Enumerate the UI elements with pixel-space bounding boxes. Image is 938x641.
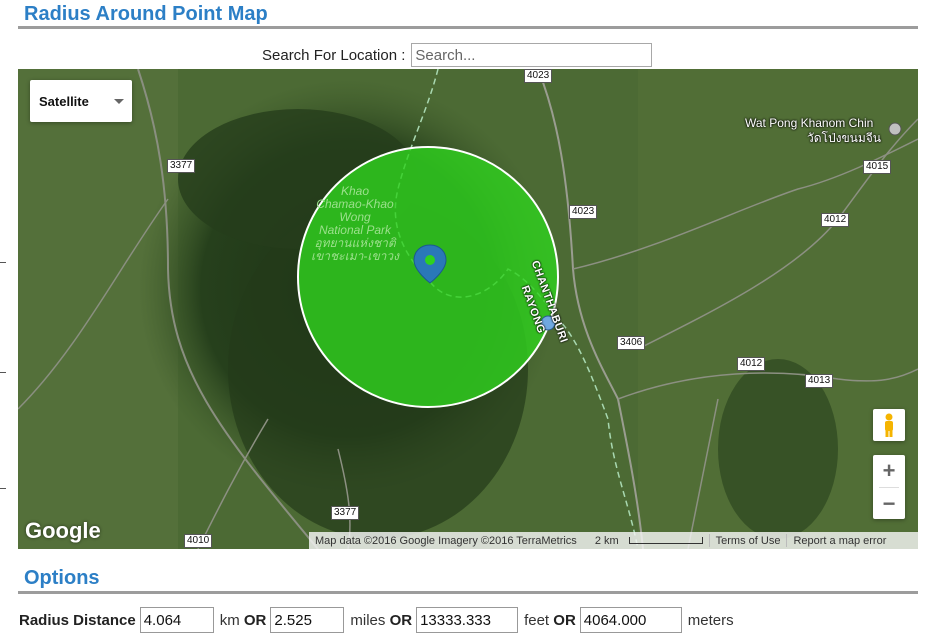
report-error-link[interactable]: Report a map error	[787, 535, 892, 547]
map-canvas[interactable]: 4023 3377 4023 4015 4012 3406 4012 4013 …	[18, 69, 918, 549]
edge-tick	[0, 488, 6, 489]
or-label: OR	[243, 611, 267, 629]
map-type-select[interactable]: Satellite	[30, 80, 132, 122]
road-shield: 4023	[524, 69, 553, 83]
road-shield: 4013	[805, 374, 834, 388]
chevron-down-icon	[114, 99, 124, 104]
road-shield: 4015	[863, 160, 892, 174]
search-label: Search For Location :	[262, 46, 406, 64]
or-label: OR	[553, 611, 576, 629]
pegman-icon	[885, 413, 893, 437]
road-shield: 4023	[569, 205, 598, 219]
title-divider	[18, 26, 918, 29]
scale-bar[interactable]: 2 km	[583, 535, 709, 547]
place-label: วัดโป่งขนมจีน	[807, 131, 882, 145]
miles-unit: miles	[350, 611, 386, 629]
park-label-line: เขาชะเมา-เขาวง	[310, 249, 400, 263]
radius-label: Radius Distance	[19, 611, 136, 629]
zoom-control: + −	[873, 455, 905, 519]
scale-indicator	[628, 537, 703, 545]
zoom-in-button[interactable]: +	[873, 455, 905, 487]
place-label: Wat Pong Khanom Chin	[745, 116, 874, 130]
map-type-value: Satellite	[39, 93, 89, 109]
attribution-text: Map data ©2016 Google Imagery ©2016 Terr…	[315, 534, 577, 547]
satellite-imagery	[18, 69, 918, 549]
radius-feet-input[interactable]	[416, 607, 519, 633]
road-shield: 4012	[737, 357, 766, 371]
meters-unit: meters	[687, 611, 734, 629]
options-divider	[18, 591, 918, 594]
scale-label: 2 km	[594, 534, 619, 547]
road-shield: 3377	[167, 159, 196, 173]
radius-miles-input[interactable]	[270, 607, 345, 633]
road-shield: 3377	[331, 506, 360, 520]
radius-km-input[interactable]	[139, 607, 214, 633]
search-input[interactable]	[411, 43, 653, 67]
edge-tick	[0, 262, 6, 263]
map-attribution-bar: Map data ©2016 Google Imagery ©2016 Terr…	[309, 532, 918, 549]
park-label: Khao Chamao-Khao Wong National Park อุทย…	[300, 185, 410, 263]
page-title: Radius Around Point Map	[24, 3, 268, 25]
google-logo[interactable]: Google	[25, 518, 101, 544]
terms-link[interactable]: Terms of Use	[710, 535, 787, 547]
road-shield: 4012	[821, 213, 850, 227]
or-label: OR	[389, 611, 413, 629]
street-view-pegman[interactable]	[873, 409, 905, 441]
options-title: Options	[24, 567, 100, 589]
road-shield: 4010	[184, 534, 213, 548]
search-row: Search For Location :	[262, 43, 653, 67]
zoom-out-button[interactable]: −	[873, 488, 905, 519]
road-shield: 3406	[617, 336, 646, 350]
km-unit: km	[219, 611, 240, 629]
radius-meters-input[interactable]	[579, 607, 682, 633]
edge-tick	[0, 372, 6, 373]
radius-options-row: Radius Distance km OR miles OR feet OR m…	[19, 607, 734, 633]
feet-unit: feet	[524, 611, 550, 629]
